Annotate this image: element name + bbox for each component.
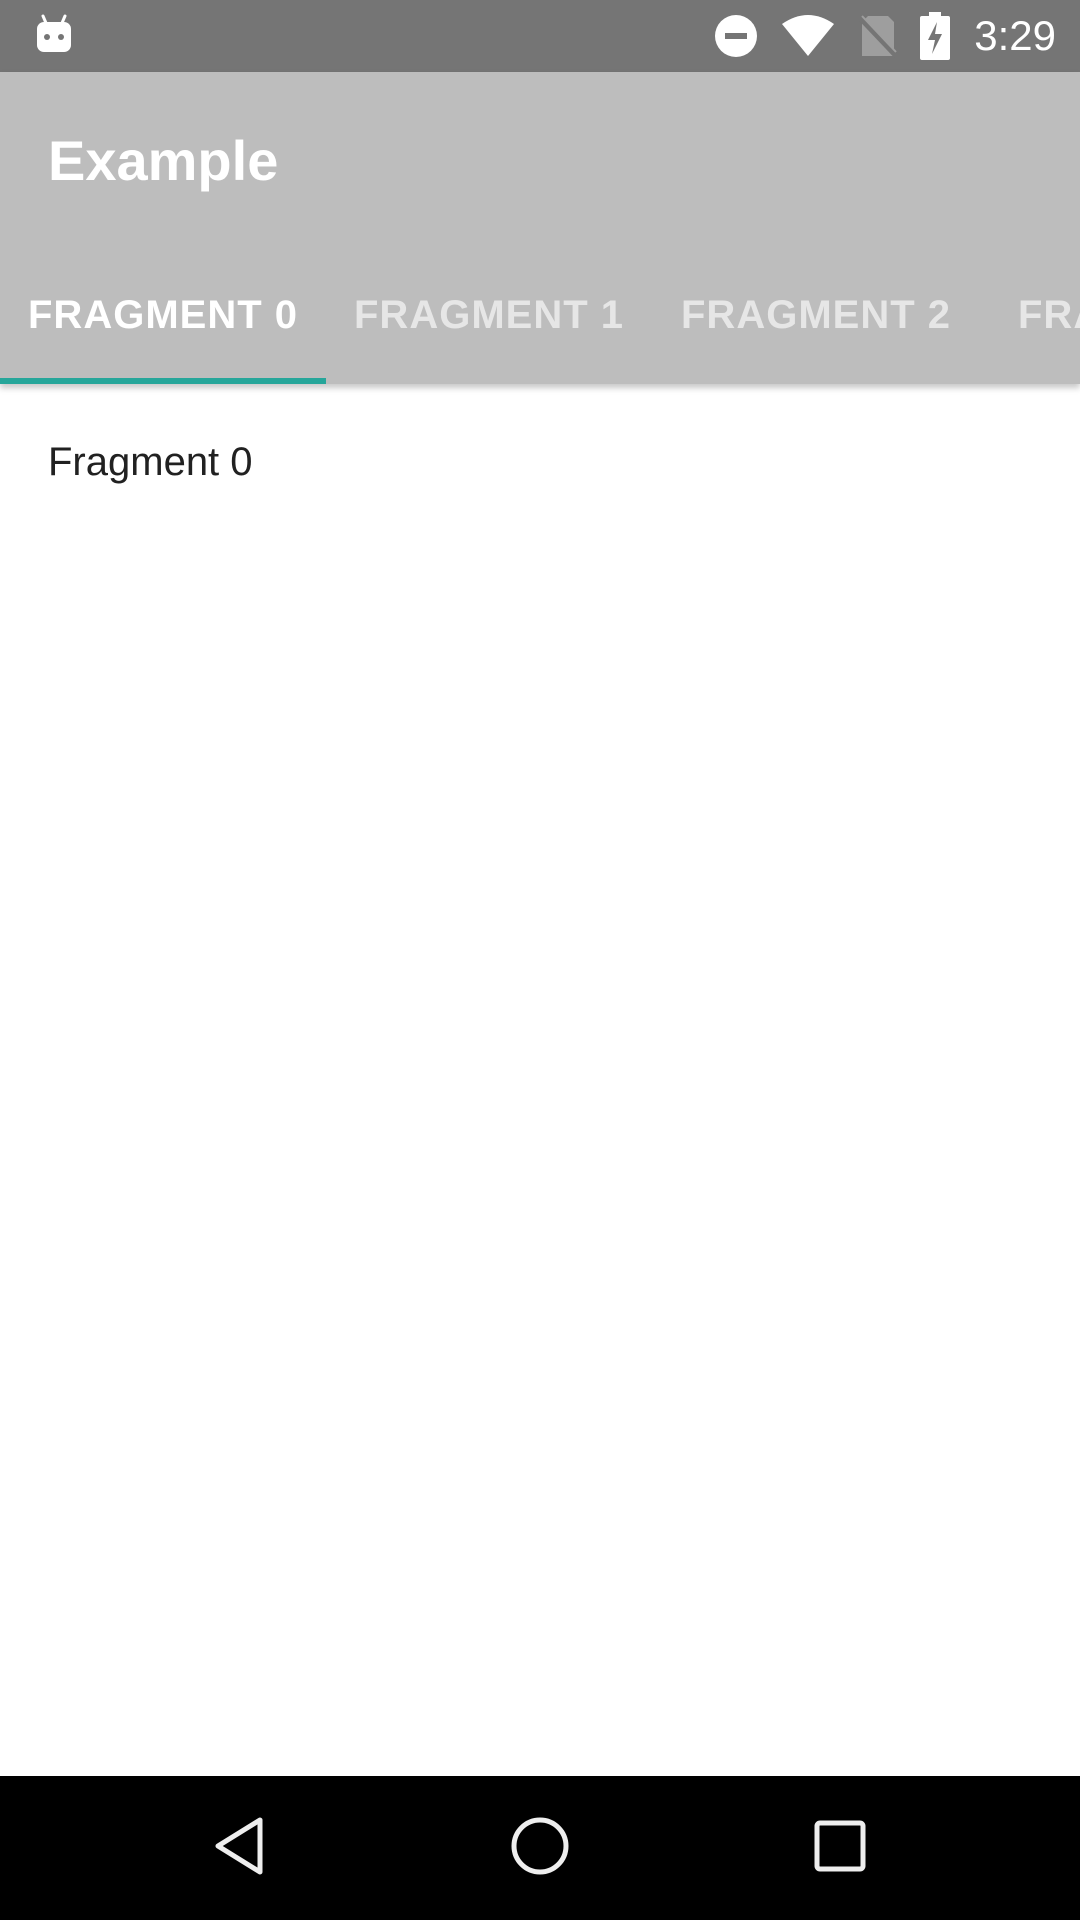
tab-fragment-3[interactable]: FRAGMENT 3 xyxy=(1000,246,1080,384)
tab-fragment-2[interactable]: FRAGMENT 2 xyxy=(652,246,980,384)
no-sim-icon xyxy=(858,14,899,58)
home-button[interactable] xyxy=(460,1776,620,1920)
fragment-text: Fragment 0 xyxy=(48,440,253,484)
recent-apps-button[interactable] xyxy=(760,1776,920,1920)
tab-label: FRAGMENT 1 xyxy=(354,292,624,337)
android-notification-icon xyxy=(34,12,74,58)
tab-label: FRAGMENT 2 xyxy=(681,292,951,337)
status-bar: 3:29 xyxy=(0,0,1080,72)
back-button[interactable] xyxy=(160,1776,320,1920)
home-icon xyxy=(508,1814,572,1883)
navigation-bar xyxy=(0,1776,1080,1920)
tab-fragment-0[interactable]: FRAGMENT 0 xyxy=(0,246,326,384)
tab-fragment-1[interactable]: FRAGMENT 1 xyxy=(326,246,652,384)
app-bar: Example FRAGMENT 0 FRAGMENT 1 FRAGMENT 2… xyxy=(0,72,1080,384)
recent-apps-icon xyxy=(812,1818,868,1879)
screen: 3:29 Example FRAGMENT 0 FRAGMENT 1 FRAGM… xyxy=(0,0,1080,1920)
wifi-icon xyxy=(780,14,836,58)
tab-indicator xyxy=(0,378,326,384)
app-title: Example xyxy=(48,129,279,192)
battery-charging-icon xyxy=(920,12,951,60)
do-not-disturb-icon xyxy=(714,14,758,58)
back-icon xyxy=(210,1814,270,1883)
tab-bar: FRAGMENT 0 FRAGMENT 1 FRAGMENT 2 FRAGMEN… xyxy=(0,246,1080,384)
tab-label: FRAGMENT 3 xyxy=(1018,292,1080,337)
fragment-content: Fragment 0 xyxy=(0,384,1080,1776)
status-icons: 3:29 xyxy=(692,0,1056,72)
status-time: 3:29 xyxy=(974,12,1056,59)
tab-label: FRAGMENT 0 xyxy=(28,292,298,337)
